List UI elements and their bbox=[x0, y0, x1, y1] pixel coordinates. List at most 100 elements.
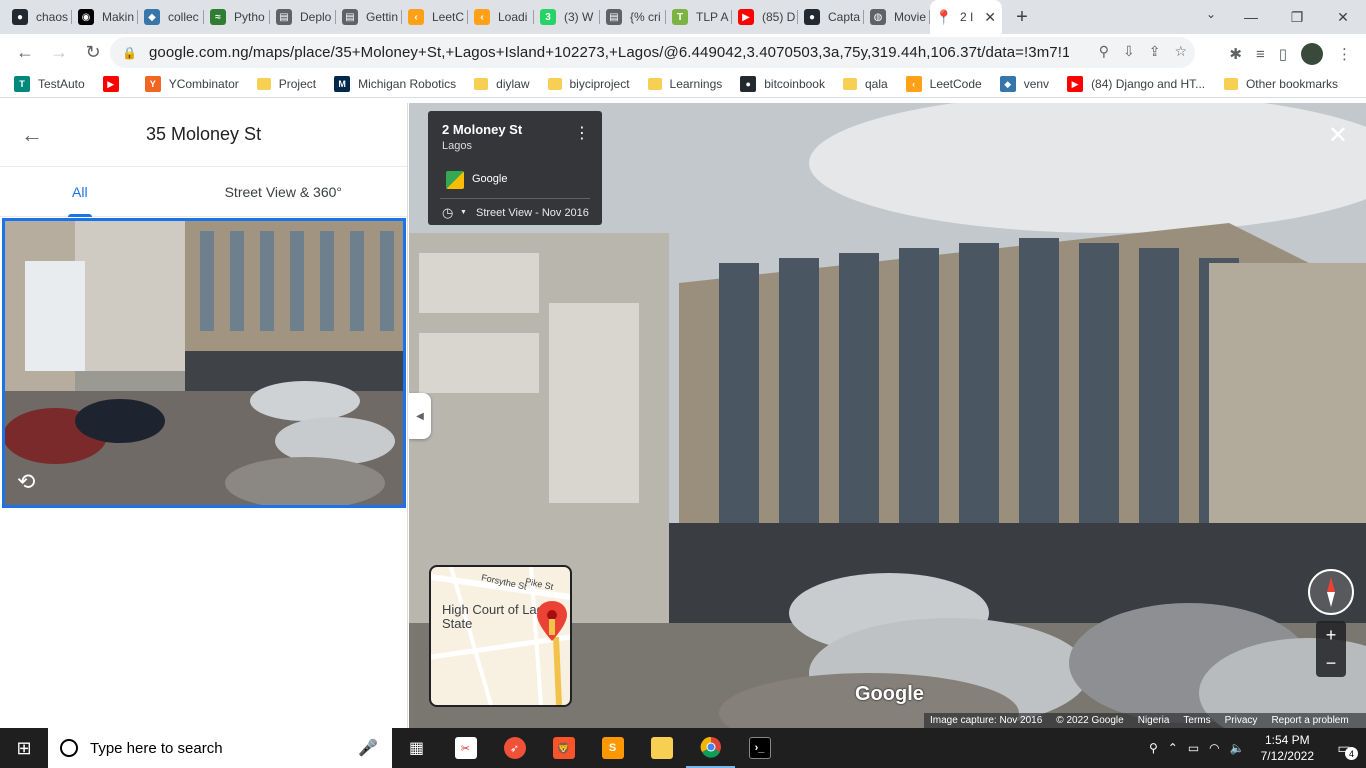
report-problem-link[interactable]: Report a problem bbox=[1271, 715, 1348, 726]
bookmark-item[interactable]: ‹ LeetCode bbox=[905, 76, 982, 92]
tab-search-button[interactable]: ⌄ bbox=[1206, 7, 1216, 21]
close-street-view-icon[interactable]: ✕ bbox=[1328, 121, 1348, 150]
browser-tab[interactable]: ● chaos bbox=[6, 0, 72, 34]
bookmark-label: Learnings bbox=[669, 77, 723, 91]
bookmark-item[interactable]: ● bitcoinbook bbox=[740, 76, 825, 92]
bookmark-item[interactable]: biyciproject bbox=[547, 77, 630, 91]
task-view-icon[interactable]: ▦ bbox=[392, 728, 441, 768]
more-options-icon[interactable]: ⋮ bbox=[574, 123, 590, 143]
compass-needle-icon bbox=[1327, 577, 1335, 607]
forward-button[interactable]: → bbox=[42, 36, 76, 70]
browser-tab[interactable]: ◆ collec bbox=[138, 0, 204, 34]
copyright-text: © 2022 Google bbox=[1056, 715, 1124, 726]
bookmark-star-icon[interactable]: ☆ bbox=[1174, 43, 1187, 60]
street-view-thumbnail[interactable]: ⟲ bbox=[2, 218, 406, 508]
location-icon[interactable]: ⚲ bbox=[1099, 43, 1109, 60]
tab-favicon-icon: ‹ bbox=[408, 9, 424, 25]
app-icon-toolbox[interactable]: ✂ bbox=[441, 728, 490, 768]
notification-center-icon[interactable]: ▭ 4 bbox=[1330, 734, 1358, 762]
history-clock-icon[interactable]: ◷ bbox=[442, 205, 453, 221]
side-panel-icon[interactable]: ▯ bbox=[1279, 45, 1287, 63]
app-icon-sublime[interactable]: S bbox=[588, 728, 637, 768]
zoom-in-button[interactable]: + bbox=[1316, 621, 1346, 649]
address-bar[interactable]: 🔒 google.com.ng/maps/place/35+Moloney+St… bbox=[110, 37, 1195, 68]
collapse-panel-button[interactable]: ◀ bbox=[409, 393, 431, 439]
taskbar-search[interactable]: Type here to search 🎤 bbox=[48, 728, 392, 768]
app-icon-explorer[interactable] bbox=[637, 728, 686, 768]
bookmark-item[interactable]: Project bbox=[256, 77, 316, 91]
reload-button[interactable]: ↻ bbox=[76, 36, 110, 70]
browser-tab[interactable]: ● Capta bbox=[798, 0, 864, 34]
install-icon[interactable]: ⇩ bbox=[1123, 43, 1135, 60]
media-queue-icon[interactable]: ≡ bbox=[1256, 46, 1265, 63]
profile-avatar[interactable] bbox=[1301, 43, 1323, 65]
country-link[interactable]: Nigeria bbox=[1138, 715, 1170, 726]
volume-icon[interactable]: 🔈 bbox=[1230, 741, 1245, 755]
folder-icon bbox=[1223, 78, 1238, 90]
browser-tab[interactable]: ≈ Pytho bbox=[204, 0, 270, 34]
bookmark-item[interactable]: qala bbox=[842, 77, 888, 91]
tab-label: Capta bbox=[828, 10, 861, 24]
battery-icon[interactable]: ▭ bbox=[1188, 741, 1199, 755]
browser-toolbar: ← → ↻ 🔒 google.com.ng/maps/place/35+Molo… bbox=[0, 34, 1366, 71]
bookmark-item[interactable]: diylaw bbox=[474, 77, 530, 91]
url-text[interactable]: google.com.ng/maps/place/35+Moloney+St,+… bbox=[149, 44, 1069, 61]
back-button[interactable]: ← bbox=[8, 36, 42, 70]
microphone-icon[interactable]: 🎤 bbox=[358, 738, 378, 758]
bookmark-label: qala bbox=[864, 77, 888, 91]
wifi-icon[interactable]: ◠ bbox=[1209, 741, 1219, 755]
app-icon-swift[interactable]: ➶ bbox=[490, 728, 539, 768]
browser-tab[interactable]: ▤ {% cri bbox=[600, 0, 666, 34]
bookmark-item[interactable]: ◆ venv bbox=[999, 76, 1049, 92]
app-icon-chrome[interactable] bbox=[686, 728, 735, 768]
minimap[interactable]: Forsythe St Pike St High Court of Lagos … bbox=[429, 565, 572, 707]
extensions-puzzle-icon[interactable]: ✱ bbox=[1229, 45, 1242, 63]
zoom-out-button[interactable]: − bbox=[1316, 649, 1346, 677]
minimize-button[interactable]: — bbox=[1228, 0, 1274, 34]
browser-tab[interactable]: ▶ (85) D bbox=[732, 0, 798, 34]
tab-active-maps[interactable]: 📍 2 I ✕ bbox=[930, 0, 1002, 34]
capture-date-label[interactable]: Street View - Nov 2016 bbox=[476, 207, 589, 219]
bookmark-item[interactable]: ▶ bbox=[102, 76, 127, 92]
compass-icon[interactable] bbox=[1308, 569, 1354, 615]
close-window-button[interactable]: ✕ bbox=[1320, 0, 1366, 34]
chevron-up-icon[interactable]: ⌃ bbox=[1168, 741, 1178, 755]
app-icon-terminal[interactable]: ›_ bbox=[735, 728, 784, 768]
menu-kebab-icon[interactable]: ⋮ bbox=[1337, 45, 1352, 63]
windows-start-icon[interactable]: ⊞ bbox=[0, 728, 48, 768]
street-view-info-card: 2 Moloney St Lagos ⋮ Google ◷ ▼ Street V… bbox=[428, 111, 602, 225]
street-view-canvas[interactable]: 2 Moloney St Lagos ⋮ Google ◷ ▼ Street V… bbox=[409, 103, 1366, 728]
browser-tab[interactable]: ◉ Makin bbox=[72, 0, 138, 34]
privacy-link[interactable]: Privacy bbox=[1225, 715, 1258, 726]
people-icon[interactable]: ⚲ bbox=[1149, 741, 1158, 755]
browser-tab[interactable]: ▤ Deplo bbox=[270, 0, 336, 34]
bookmark-item[interactable]: ▶ (84) Django and HT... bbox=[1067, 76, 1205, 92]
new-tab-button[interactable]: + bbox=[1008, 0, 1036, 34]
search-placeholder: Type here to search bbox=[90, 739, 223, 757]
browser-tab[interactable]: ◍ Movie bbox=[864, 0, 930, 34]
maximize-button[interactable]: ❐ bbox=[1274, 0, 1320, 34]
browser-tab[interactable]: ▤ Gettin bbox=[336, 0, 402, 34]
browser-tab[interactable]: ‹ LeetC bbox=[402, 0, 468, 34]
other-bookmarks[interactable]: Other bookmarks bbox=[1223, 77, 1338, 91]
browser-tab[interactable]: 3 (3) W bbox=[534, 0, 600, 34]
browser-tab[interactable]: T TLP A bbox=[666, 0, 732, 34]
tab-all[interactable]: All bbox=[0, 167, 160, 217]
back-arrow-icon[interactable]: ← bbox=[0, 103, 64, 167]
close-tab-icon[interactable]: ✕ bbox=[984, 9, 996, 26]
app-icon-brave[interactable]: 🦁 bbox=[539, 728, 588, 768]
bookmark-item[interactable]: Y YCombinator bbox=[144, 76, 239, 92]
provider-label[interactable]: Google bbox=[472, 173, 507, 185]
bookmark-item[interactable]: M Michigan Robotics bbox=[334, 76, 456, 92]
lock-icon[interactable]: 🔒 bbox=[122, 46, 137, 60]
clock[interactable]: 1:54 PM 7/12/2022 bbox=[1261, 732, 1314, 764]
caret-down-icon[interactable]: ▼ bbox=[460, 209, 467, 216]
tab-street-view[interactable]: Street View & 360° bbox=[160, 167, 407, 217]
terms-link[interactable]: Terms bbox=[1183, 715, 1210, 726]
maps-side-panel: ← 35 Moloney St All Street View & 360° ⟲ bbox=[0, 103, 408, 728]
browser-tab[interactable]: ‹ Loadi bbox=[468, 0, 534, 34]
bookmark-item[interactable]: T TestAuto bbox=[14, 76, 85, 92]
share-icon[interactable]: ⇪ bbox=[1149, 43, 1161, 60]
bookmark-item[interactable]: Learnings bbox=[647, 77, 723, 91]
brave-icon: 🦁 bbox=[552, 737, 575, 759]
